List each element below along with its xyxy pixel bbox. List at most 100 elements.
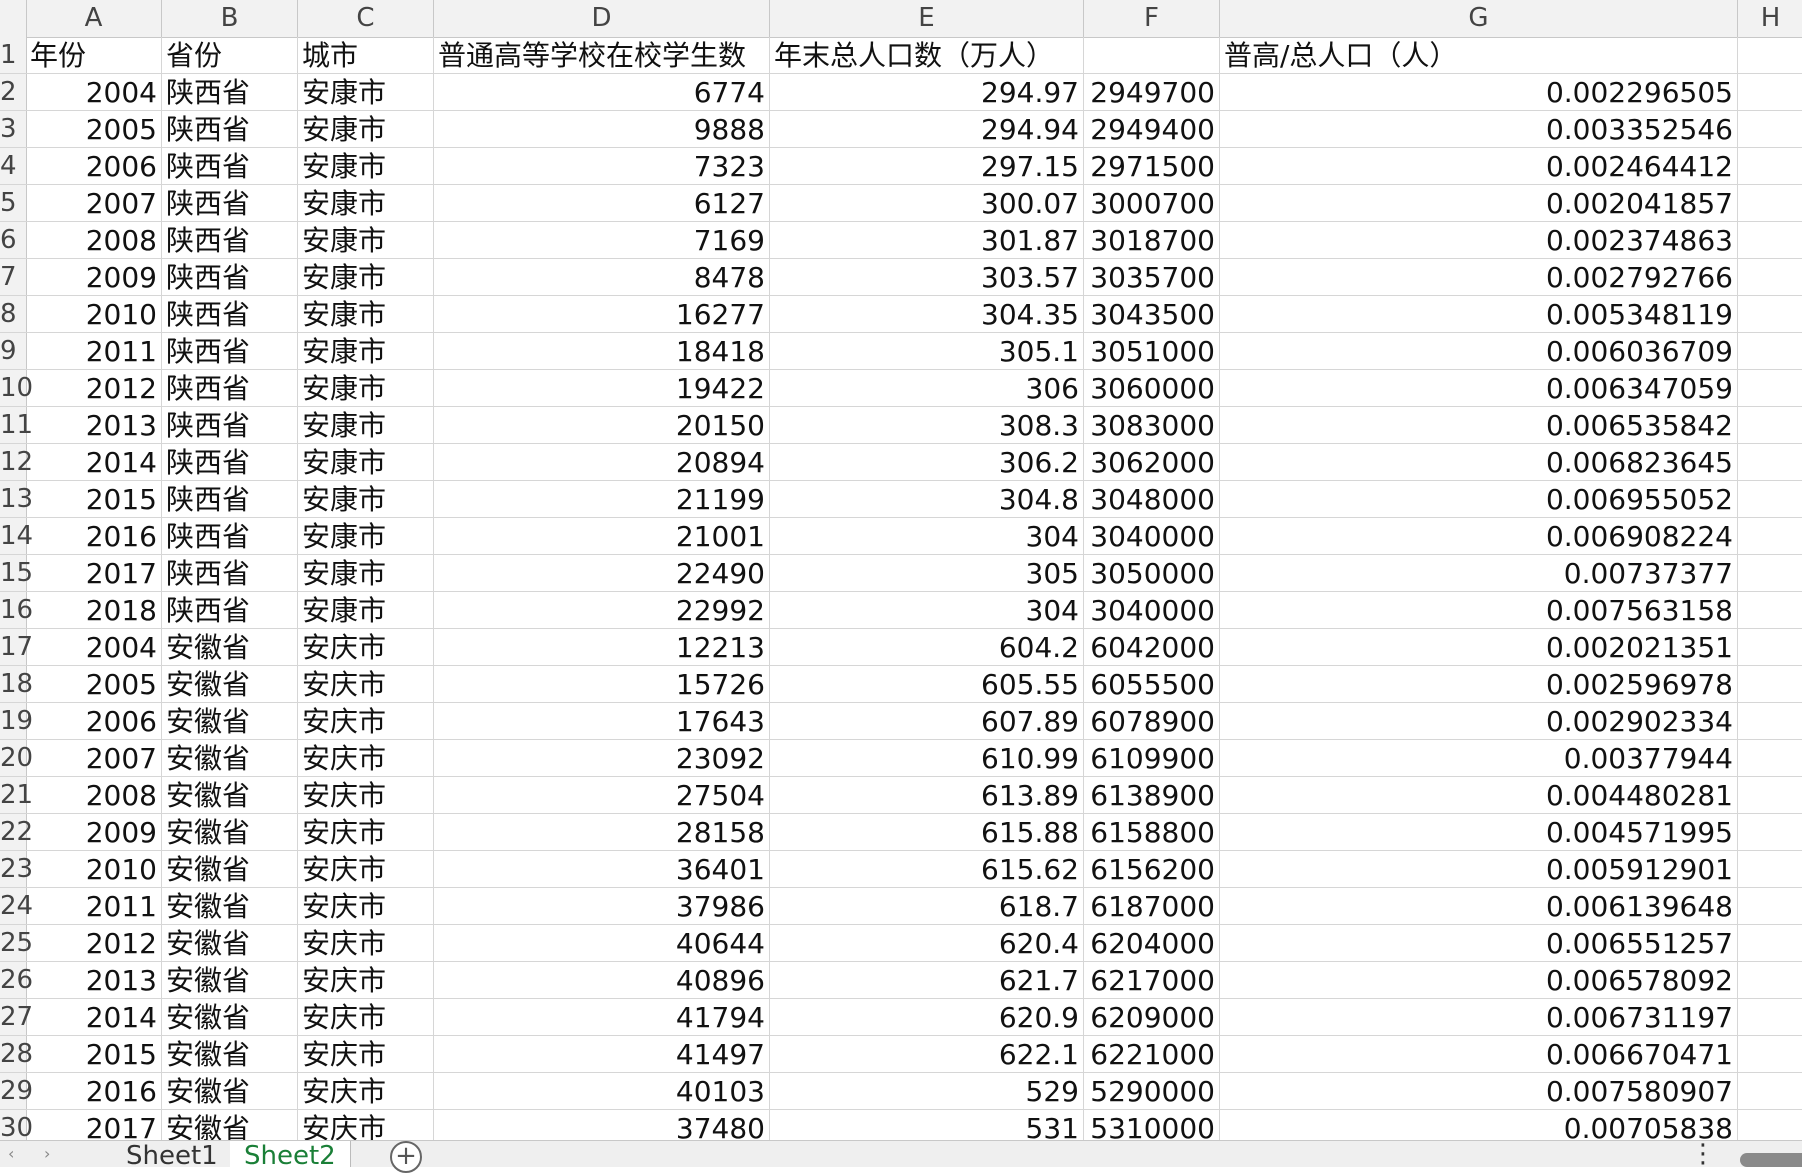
- row-header[interactable]: 1: [0, 37, 26, 74]
- table-cell[interactable]: 陕西省: [162, 222, 298, 259]
- table-cell[interactable]: 615.62: [770, 851, 1084, 888]
- table-cell[interactable]: 12213: [434, 629, 770, 666]
- table-cell[interactable]: 0.002902334: [1220, 703, 1738, 740]
- table-cell[interactable]: 安徽省: [162, 1036, 298, 1073]
- table-cell[interactable]: 306.2: [770, 444, 1084, 481]
- table-cell-empty[interactable]: [1738, 740, 1802, 777]
- table-cell[interactable]: 0.002596978: [1220, 666, 1738, 703]
- table-cell[interactable]: 5290000: [1084, 1073, 1220, 1110]
- table-cell[interactable]: 2015: [26, 481, 162, 518]
- row-header[interactable]: 29: [0, 1073, 33, 1110]
- table-cell[interactable]: 安徽省: [162, 703, 298, 740]
- table-cell[interactable]: 0.005348119: [1220, 296, 1738, 333]
- table-cell[interactable]: 0.00737377: [1220, 555, 1738, 592]
- table-cell[interactable]: 2007: [26, 185, 162, 222]
- table-cell[interactable]: 28158: [434, 814, 770, 851]
- column-header-g[interactable]: G: [1220, 0, 1738, 37]
- table-cell[interactable]: 安康市: [298, 185, 434, 222]
- table-cell[interactable]: 304: [770, 592, 1084, 629]
- table-cell[interactable]: 0.004571995: [1220, 814, 1738, 851]
- header-cell[interactable]: [1084, 37, 1220, 74]
- row-header[interactable]: 11: [0, 407, 33, 444]
- table-cell[interactable]: 37480: [434, 1110, 770, 1140]
- table-cell[interactable]: 605.55: [770, 666, 1084, 703]
- table-cell-empty[interactable]: [1738, 1036, 1802, 1073]
- header-cell[interactable]: 年份: [26, 37, 162, 74]
- header-cell[interactable]: 普高/总人口（人）: [1220, 37, 1738, 74]
- table-cell[interactable]: 安徽省: [162, 1110, 298, 1140]
- table-cell[interactable]: 2010: [26, 851, 162, 888]
- row-header[interactable]: 28: [0, 1036, 33, 1073]
- table-cell[interactable]: 18418: [434, 333, 770, 370]
- table-cell[interactable]: 41497: [434, 1036, 770, 1073]
- table-cell[interactable]: 300.07: [770, 185, 1084, 222]
- table-cell[interactable]: 陕西省: [162, 518, 298, 555]
- table-cell[interactable]: 17643: [434, 703, 770, 740]
- table-cell[interactable]: 3018700: [1084, 222, 1220, 259]
- table-cell-empty[interactable]: [1738, 703, 1802, 740]
- more-options-icon[interactable]: ⋮: [1690, 1141, 1716, 1167]
- table-cell[interactable]: 安庆市: [298, 999, 434, 1036]
- row-header[interactable]: 19: [0, 703, 33, 740]
- table-cell-empty[interactable]: [1738, 370, 1802, 407]
- table-cell[interactable]: 0.007580907: [1220, 1073, 1738, 1110]
- table-cell[interactable]: 3040000: [1084, 518, 1220, 555]
- sheet-tab-sheet1[interactable]: Sheet1: [112, 1141, 233, 1171]
- table-cell[interactable]: 安康市: [298, 444, 434, 481]
- table-cell[interactable]: 安康市: [298, 370, 434, 407]
- table-cell[interactable]: 安庆市: [298, 629, 434, 666]
- table-cell[interactable]: 安庆市: [298, 962, 434, 999]
- table-cell[interactable]: 陕西省: [162, 592, 298, 629]
- table-cell[interactable]: 2012: [26, 370, 162, 407]
- table-cell[interactable]: 3083000: [1084, 407, 1220, 444]
- table-cell[interactable]: 0.00377944: [1220, 740, 1738, 777]
- table-cell[interactable]: 安康市: [298, 407, 434, 444]
- table-cell-empty[interactable]: [1738, 407, 1802, 444]
- table-cell[interactable]: 2015: [26, 1036, 162, 1073]
- table-cell[interactable]: 0.006670471: [1220, 1036, 1738, 1073]
- table-cell[interactable]: 2011: [26, 333, 162, 370]
- table-cell[interactable]: 6078900: [1084, 703, 1220, 740]
- table-cell[interactable]: 0.006535842: [1220, 407, 1738, 444]
- table-cell[interactable]: 20150: [434, 407, 770, 444]
- table-cell[interactable]: 安康市: [298, 296, 434, 333]
- table-cell[interactable]: 6221000: [1084, 1036, 1220, 1073]
- table-cell[interactable]: 0.007563158: [1220, 592, 1738, 629]
- select-all-corner[interactable]: [0, 0, 27, 37]
- table-cell[interactable]: 2017: [26, 555, 162, 592]
- table-cell[interactable]: 2007: [26, 740, 162, 777]
- table-cell[interactable]: 安康市: [298, 518, 434, 555]
- table-cell[interactable]: 安庆市: [298, 740, 434, 777]
- row-header[interactable]: 17: [0, 629, 33, 666]
- table-cell[interactable]: 0.006908224: [1220, 518, 1738, 555]
- table-cell[interactable]: 23092: [434, 740, 770, 777]
- table-cell[interactable]: 3043500: [1084, 296, 1220, 333]
- table-cell[interactable]: 294.97: [770, 74, 1084, 111]
- table-cell-empty[interactable]: [1738, 185, 1802, 222]
- table-cell[interactable]: 安庆市: [298, 888, 434, 925]
- table-cell[interactable]: 304.8: [770, 481, 1084, 518]
- table-cell[interactable]: 2008: [26, 222, 162, 259]
- table-cell-empty[interactable]: [1738, 481, 1802, 518]
- table-cell[interactable]: 2004: [26, 629, 162, 666]
- table-cell[interactable]: 0.006823645: [1220, 444, 1738, 481]
- table-cell[interactable]: 7169: [434, 222, 770, 259]
- table-cell[interactable]: 610.99: [770, 740, 1084, 777]
- table-cell[interactable]: 安徽省: [162, 740, 298, 777]
- column-header-e[interactable]: E: [770, 0, 1084, 37]
- table-cell[interactable]: 37986: [434, 888, 770, 925]
- table-cell[interactable]: 安徽省: [162, 851, 298, 888]
- table-cell[interactable]: 2011: [26, 888, 162, 925]
- table-cell[interactable]: 安徽省: [162, 1073, 298, 1110]
- table-cell[interactable]: 安徽省: [162, 777, 298, 814]
- table-cell[interactable]: 6209000: [1084, 999, 1220, 1036]
- table-cell[interactable]: 3051000: [1084, 333, 1220, 370]
- table-cell[interactable]: 36401: [434, 851, 770, 888]
- table-cell[interactable]: 安徽省: [162, 629, 298, 666]
- table-cell[interactable]: 安庆市: [298, 666, 434, 703]
- table-cell[interactable]: 621.7: [770, 962, 1084, 999]
- table-cell[interactable]: 2009: [26, 814, 162, 851]
- table-cell[interactable]: 安康市: [298, 592, 434, 629]
- table-cell-empty[interactable]: [1738, 999, 1802, 1036]
- table-cell[interactable]: 20894: [434, 444, 770, 481]
